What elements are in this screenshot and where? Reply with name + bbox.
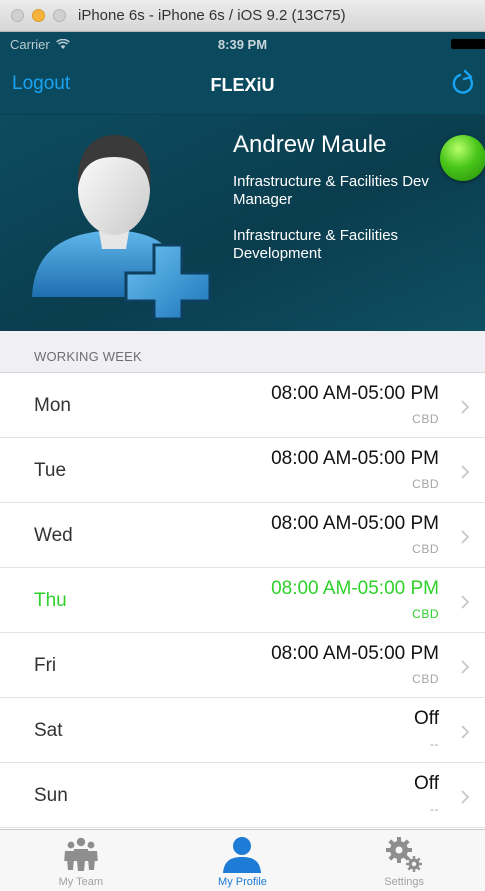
day-location: CBD — [412, 542, 439, 556]
nav-title: FLEXiU — [210, 74, 275, 95]
day-row-sun[interactable]: Sun Off -- — [0, 763, 485, 828]
day-row-tue[interactable]: Tue 08:00 AM-05:00 PM CBD — [0, 438, 485, 503]
logout-button[interactable]: Logout — [12, 73, 70, 95]
day-hours: 08:00 AM-05:00 PM — [271, 383, 439, 404]
refresh-icon — [452, 69, 474, 94]
profile-department: Infrastructure & Facilities Development — [233, 227, 399, 262]
gears-icon — [386, 837, 423, 872]
profile-name: Andrew Maule — [233, 131, 387, 158]
chevron-right-icon — [461, 400, 470, 414]
working-week-list: Mon 08:00 AM-05:00 PM CBD Tue 08:00 AM-0… — [0, 373, 485, 828]
day-hours: 08:00 AM-05:00 PM — [271, 643, 439, 664]
team-icon — [64, 837, 98, 871]
day-hours: 08:00 AM-05:00 PM — [271, 578, 439, 599]
tab-label: Settings — [384, 876, 425, 888]
day-name: Wed — [34, 525, 73, 546]
chevron-right-icon — [461, 595, 470, 609]
profile-job-title: Infrastructure & Facilities Dev Manager — [233, 173, 429, 208]
day-location: CBD — [412, 607, 439, 621]
simulator-title-bar: iPhone 6s - iPhone 6s / iOS 9.2 (13C75) — [0, 0, 485, 32]
day-hours: Off — [414, 708, 439, 729]
day-row-wed[interactable]: Wed 08:00 AM-05:00 PM CBD — [0, 503, 485, 568]
day-name: Sat — [34, 720, 63, 741]
day-name: Fri — [34, 655, 57, 676]
day-name: Thu — [34, 590, 67, 611]
status-bar: Carrier 8:39 PM — [0, 32, 485, 56]
day-hours: Off — [414, 773, 439, 794]
window-title: iPhone 6s - iPhone 6s / iOS 9.2 (13C75) — [78, 7, 346, 24]
profile-header: Andrew Maule Infrastructure & Facilities… — [0, 114, 485, 331]
maximize-window-button[interactable] — [53, 9, 66, 22]
tab-my-profile[interactable]: My Profile — [177, 830, 307, 891]
day-name: Tue — [34, 460, 67, 481]
day-row-thu[interactable]: Thu 08:00 AM-05:00 PM CBD — [0, 568, 485, 633]
day-hours: 08:00 AM-05:00 PM — [271, 448, 439, 469]
avatar-icon — [32, 135, 212, 321]
day-location: CBD — [412, 477, 439, 491]
working-week-header: WORKING WEEK — [0, 331, 485, 373]
day-name: Sun — [34, 785, 68, 806]
tab-label: My Profile — [218, 876, 267, 888]
day-location: -- — [430, 737, 439, 751]
phone-screen: Carrier 8:39 PM Logout FLEXiU Andrew Mau… — [0, 32, 485, 891]
status-time: 8:39 PM — [217, 36, 268, 52]
day-hours: 08:00 AM-05:00 PM — [271, 513, 439, 534]
tab-label: My Team — [58, 876, 104, 888]
day-location: -- — [430, 802, 439, 816]
navigation-bar: Logout FLEXiU — [0, 56, 485, 114]
availability-status-indicator — [440, 135, 485, 181]
chevron-right-icon — [461, 725, 470, 739]
refresh-button[interactable] — [447, 68, 479, 100]
close-window-button[interactable] — [11, 9, 24, 22]
person-icon — [223, 837, 262, 873]
day-location: CBD — [412, 412, 439, 426]
tab-settings[interactable]: Settings — [339, 830, 469, 891]
window-controls — [11, 9, 66, 22]
chevron-right-icon — [461, 790, 470, 804]
day-row-mon[interactable]: Mon 08:00 AM-05:00 PM CBD — [0, 373, 485, 438]
chevron-right-icon — [461, 530, 470, 544]
day-row-fri[interactable]: Fri 08:00 AM-05:00 PM CBD — [0, 633, 485, 698]
chevron-right-icon — [461, 660, 470, 674]
chevron-right-icon — [461, 465, 470, 479]
day-location: CBD — [412, 672, 439, 686]
tab-my-team[interactable]: My Team — [16, 830, 146, 891]
day-row-sat[interactable]: Sat Off -- — [0, 698, 485, 763]
tab-bar: My Team My Profile Settings — [0, 829, 485, 891]
minimize-window-button[interactable] — [32, 9, 45, 22]
day-name: Mon — [34, 395, 71, 416]
